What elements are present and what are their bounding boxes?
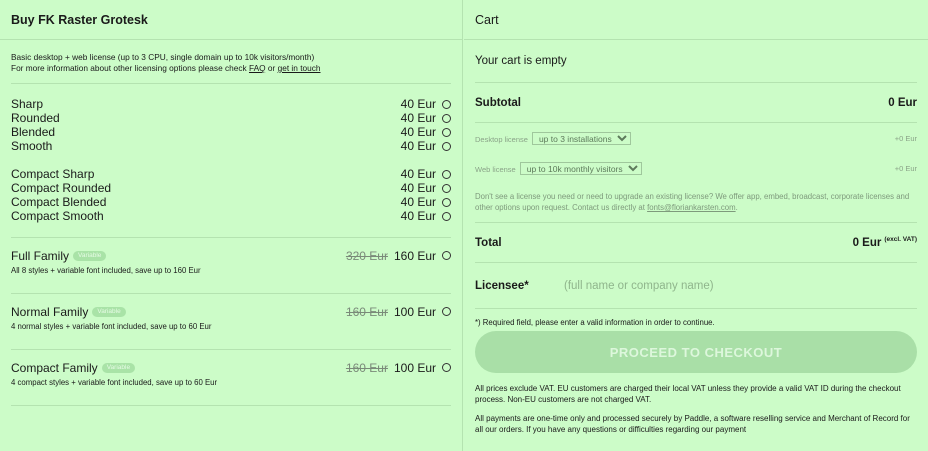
radio-icon[interactable] — [442, 183, 451, 193]
style-row-blended[interactable]: Blended 40 Eur — [11, 125, 451, 139]
web-license-price: +0 Eur — [894, 163, 917, 173]
family-name: Full Family — [11, 248, 70, 263]
total-row: Total 0 Eur (excl. VAT) — [475, 223, 917, 263]
intro-line-2: For more information about other licensi… — [11, 63, 321, 73]
family-price: 100 Eur — [393, 360, 436, 375]
radio-icon[interactable] — [442, 169, 451, 179]
desktop-license-label: Desktop license — [475, 134, 528, 144]
footer-info: All prices exclude VAT. EU customers are… — [475, 383, 917, 435]
get-in-touch-link[interactable]: get in touch — [278, 63, 321, 73]
family-normal[interactable]: Normal Family Variable 160 Eur 100 Eur 4 no… — [11, 294, 451, 350]
style-row-sharp[interactable]: Sharp 40 Eur — [11, 97, 451, 111]
cart-empty-message: Your cart is empty — [475, 40, 917, 83]
family-price: 160 Eur — [393, 248, 436, 263]
family-desc: 4 compact styles + variable font include… — [11, 378, 218, 387]
old-price: 160 Eur — [345, 360, 388, 375]
cart-panel: Cart Your cart is empty Subtotal 0 Eur D… — [464, 0, 928, 451]
email-link[interactable]: fonts@floriankarsten.com — [647, 203, 736, 212]
old-price: 160 Eur — [345, 304, 388, 319]
radio-icon[interactable] — [442, 211, 451, 221]
radio-icon[interactable] — [442, 141, 451, 151]
subtotal-row: Subtotal 0 Eur — [475, 83, 917, 123]
style-row-rounded[interactable]: Rounded 40 Eur — [11, 111, 451, 125]
variable-badge: Variable — [92, 307, 126, 318]
variable-badge: Variable — [73, 251, 107, 262]
intro-line-1: Basic desktop + web license (up to 3 CPU… — [11, 52, 315, 62]
faq-link[interactable]: FAQ — [249, 63, 266, 73]
family-desc: 4 normal styles + variable font included… — [11, 322, 212, 331]
family-name: Compact Family — [11, 360, 98, 375]
vat-info: All prices exclude VAT. EU customers are… — [475, 384, 901, 404]
style-row-smooth[interactable]: Smooth 40 Eur — [11, 139, 451, 153]
licensee-label: Licensee* — [475, 279, 529, 292]
radio-icon[interactable] — [442, 113, 451, 123]
single-styles: Sharp 40 Eur Rounded 40 Eur Blended 40 Eur … — [11, 84, 451, 238]
total-label: Total — [475, 236, 502, 249]
style-row-compact-sharp[interactable]: Compact Sharp 40 Eur — [11, 167, 451, 181]
style-row-compact-blended[interactable]: Compact Blended 40 Eur — [11, 195, 451, 209]
page-title: Buy FK Raster Grotesk — [0, 0, 462, 40]
subtotal-value: 0 Eur — [888, 96, 917, 109]
web-license-label: Web license — [475, 164, 516, 174]
payment-info: All payments are one-time only and proce… — [475, 414, 910, 434]
variable-badge: Variable — [101, 363, 136, 374]
licensee-row: Licensee* — [475, 263, 917, 309]
radio-icon[interactable] — [442, 127, 451, 137]
desktop-license-select[interactable]: up to 3 installations — [531, 131, 631, 145]
cart-title: Cart — [464, 0, 928, 40]
family-price: 100 Eur — [393, 304, 436, 319]
style-group-compact: Compact Sharp 40 Eur Compact Rounded 40 Eu… — [11, 167, 451, 223]
license-panel: Buy FK Raster Grotesk Basic desktop + we… — [0, 0, 463, 451]
old-price: 320 Eur — [345, 248, 388, 263]
vat-note: (excl. VAT) — [884, 236, 917, 244]
desktop-license-row: Desktop license up to 3 installations +0 … — [475, 123, 917, 153]
family-compact[interactable]: Compact Family Variable 160 Eur 100 Eur 4 c… — [11, 350, 451, 406]
style-row-compact-smooth[interactable]: Compact Smooth 40 Eur — [11, 209, 451, 223]
family-name: Normal Family — [11, 304, 89, 319]
total-value: 0 Eur — [852, 236, 882, 249]
custom-license-note: Don't see a license you need or need to … — [475, 192, 910, 212]
style-row-compact-rounded[interactable]: Compact Rounded 40 Eur — [11, 181, 451, 195]
radio-icon[interactable] — [442, 307, 451, 316]
license-options: Desktop license up to 3 installations +0 … — [475, 123, 917, 223]
license-intro: Basic desktop + web license (up to 3 CPU… — [11, 40, 451, 84]
desktop-license-price: +0 Eur — [894, 133, 917, 143]
licensee-input[interactable] — [564, 279, 864, 292]
radio-icon[interactable] — [442, 99, 451, 109]
web-license-select[interactable]: up to 10k monthly visitors — [519, 161, 642, 175]
required-field-note: *) Required field, please enter a valid … — [475, 318, 715, 327]
radio-icon[interactable] — [442, 363, 451, 372]
family-full[interactable]: Full Family Variable 320 Eur 160 Eur All 8 … — [11, 238, 451, 294]
radio-icon[interactable] — [442, 251, 451, 260]
radio-icon[interactable] — [442, 197, 451, 207]
style-group-normal: Sharp 40 Eur Rounded 40 Eur Blended 40 Eur … — [11, 97, 451, 153]
web-license-row: Web license up to 10k monthly visitors +0… — [475, 153, 917, 183]
checkout-button[interactable]: PROCEED TO CHECKOUT — [475, 331, 917, 373]
subtotal-label: Subtotal — [475, 96, 521, 109]
family-desc: All 8 styles + variable font included, s… — [11, 266, 201, 275]
